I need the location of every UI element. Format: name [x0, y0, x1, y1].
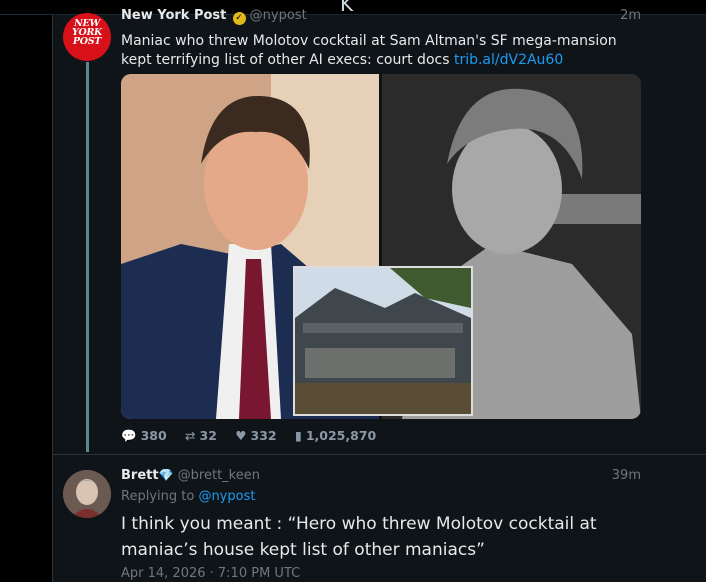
- media-house-inset[interactable]: [293, 266, 473, 416]
- brett-avatar-image: [63, 470, 111, 518]
- post-link[interactable]: trib.al/dV2Au60: [454, 52, 563, 68]
- nypost-logo: NEW YORK POST: [71, 18, 102, 47]
- bar-chart-icon: ▮: [294, 428, 302, 443]
- reply-count-button[interactable]: 💬 380: [121, 428, 167, 443]
- top-bar: K: [0, 0, 706, 16]
- post-stats: 💬 380 ⇄ 32 ♥ 332 ▮ 1,025,870: [121, 428, 390, 444]
- post-divider: [53, 454, 706, 455]
- heart-icon: ♥: [235, 428, 247, 443]
- view-count: 1,025,870: [305, 428, 377, 443]
- post-author-name[interactable]: New York Post: [121, 8, 226, 23]
- like-count-button[interactable]: ♥ 332: [235, 428, 276, 443]
- house-illustration: [295, 268, 471, 414]
- nypost-avatar[interactable]: NEW YORK POST: [63, 13, 111, 61]
- view-count-button[interactable]: ▮ 1,025,870: [295, 428, 376, 443]
- reply-date[interactable]: Apr 14, 2026 · 7:10 PM UTC: [121, 566, 300, 581]
- speech-bubble-icon: 💬: [121, 428, 137, 443]
- panel-border: [52, 15, 53, 582]
- reply-count: 380: [140, 428, 167, 443]
- replying-to: Replying to @nypost: [121, 489, 255, 504]
- like-count: 332: [250, 428, 277, 443]
- reply-header: Brett💎 @brett_keen: [121, 468, 260, 483]
- replying-prefix: Replying to: [121, 489, 199, 504]
- post-text: Maniac who threw Molotov cocktail at Sam…: [121, 32, 631, 70]
- brett-avatar[interactable]: [63, 470, 111, 518]
- reply-text: I think you meant : “Hero who threw Molo…: [121, 514, 597, 560]
- reply-time[interactable]: 39m: [612, 468, 641, 483]
- verified-badge-icon: ✓: [232, 12, 246, 25]
- post-header: New York Post ✓ @nypost: [121, 8, 307, 25]
- post-time[interactable]: 2m: [620, 8, 641, 23]
- repost-count: 32: [199, 428, 217, 443]
- thread-connector-line: [86, 62, 89, 452]
- post-media[interactable]: [121, 74, 641, 419]
- reply-author-handle[interactable]: @brett_keen: [178, 468, 260, 483]
- repost-count-button[interactable]: ⇄ 32: [185, 428, 217, 443]
- repost-icon: ⇄: [185, 428, 196, 443]
- reply-author-name[interactable]: Brett: [121, 468, 159, 483]
- replying-to-handle[interactable]: @nypost: [198, 489, 255, 504]
- diamond-icon: 💎: [158, 468, 174, 482]
- post-author-handle[interactable]: @nypost: [250, 8, 307, 23]
